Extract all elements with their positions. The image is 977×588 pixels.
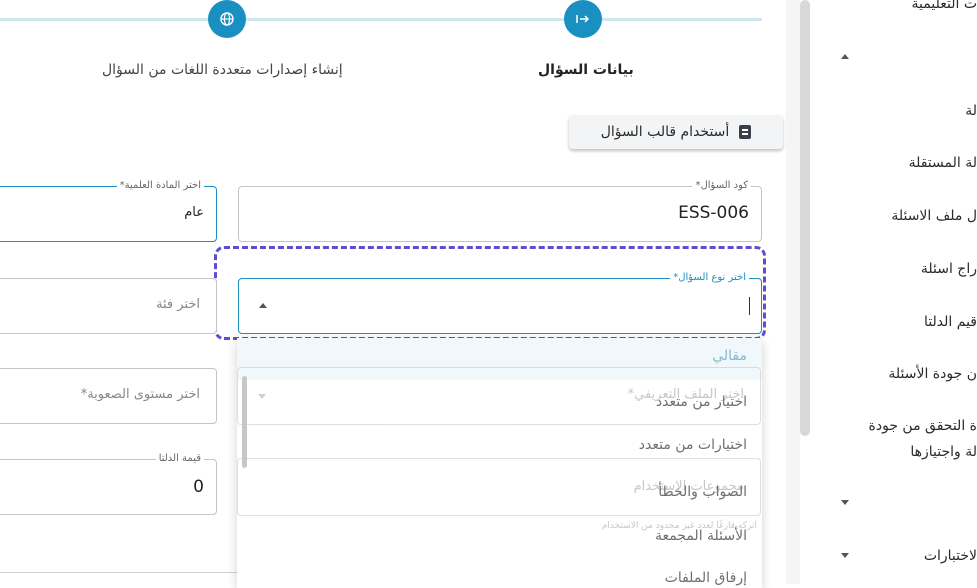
use-question-template-button[interactable]: أستخدام قالب السؤال [569, 115, 783, 149]
subject-select[interactable]: اختر المادة العلمية* عام [0, 180, 217, 242]
question-code-value: ESS-006 [678, 203, 749, 223]
question-type-label: اختر نوع السؤال* [670, 272, 749, 283]
step-question-data-label: بيانات السؤال [538, 62, 634, 78]
sidebar-chevron-up-icon[interactable] [841, 54, 849, 59]
chevron-down-icon [258, 394, 266, 399]
menu-option-essay[interactable]: مقالي [712, 348, 747, 364]
subject-label: اختر المادة العلمية* [116, 180, 204, 191]
sidebar-chevron-down-icon[interactable] [841, 500, 849, 505]
sidebar-item-export-questions[interactable]: راج اسئلة [921, 261, 977, 277]
delta-field[interactable]: قيمة الدلتا 0 [0, 453, 217, 515]
sidebar-item-quality-check-line1[interactable]: ة التحقق من جودة [869, 418, 977, 434]
delta-value: 0 [193, 477, 204, 497]
step-multilingual-label: إنشاء إصدارات متعددة اللغات من السؤال [102, 62, 343, 78]
sidebar-item-exams[interactable]: لاختبارات [924, 548, 977, 564]
question-code-label: كود السؤال* [692, 180, 751, 191]
arrow-right-bar-icon [576, 15, 590, 23]
content-edge [786, 0, 800, 584]
sidebar-item-independent-questions[interactable]: لة المستقلة [909, 155, 977, 171]
document-icon [739, 125, 752, 139]
sidebar-item-educational[interactable]: ت التعليمية [912, 0, 977, 12]
menu-option-true-false[interactable]: الصواب والخطأ [658, 484, 747, 500]
question-type-select[interactable]: اختر نوع السؤال* [238, 272, 762, 334]
category-placeholder: اختر فئة [156, 297, 200, 312]
difficulty-select[interactable]: اختر مستوى الصعوبة* [0, 368, 217, 424]
menu-option-grouped-questions[interactable]: الأسئلة المجمعة [655, 528, 747, 544]
globe-icon [220, 12, 234, 26]
use-question-template-label: أستخدام قالب السؤال [600, 124, 730, 140]
text-cursor [748, 297, 750, 315]
stepper-line-left [0, 18, 208, 21]
subject-value: عام [184, 205, 204, 220]
sidebar-item-questions[interactable]: لة [965, 103, 977, 119]
stepper-line-middle [246, 18, 564, 21]
sidebar-item-questions-quality[interactable]: ن جودة الأسئلة [888, 366, 977, 382]
difficulty-placeholder: اختر مستوى الصعوبة* [80, 387, 200, 402]
sidebar-scrollbar[interactable] [800, 0, 810, 436]
stepper-line-right [602, 18, 762, 21]
category-select[interactable]: اختر فئة [0, 278, 217, 334]
step-arrow-icon[interactable] [564, 0, 602, 38]
sidebar-chevron-down-icon-2[interactable] [841, 553, 849, 558]
menu-option-multiple-answers[interactable]: اختيارات من متعدد [639, 437, 747, 453]
chevron-up-icon [259, 303, 267, 308]
sidebar-item-upload-questions-file[interactable]: ل ملف الاسئلة [891, 208, 977, 224]
menu-option-multiple-choice[interactable]: اختيار من متعدد [656, 394, 747, 410]
question-code-field[interactable]: كود السؤال* ESS-006 [238, 180, 762, 242]
sidebar-item-quality-check-line2[interactable]: لة واجتيازها [910, 444, 977, 460]
step-globe-icon[interactable] [208, 0, 246, 38]
sidebar: ت التعليمية لة لة المستقلة ل ملف الاسئلة… [800, 0, 977, 584]
sidebar-item-delta-values[interactable]: قيم الدلتا [924, 314, 977, 330]
question-type-menu: اختر الملف التعريفي* مجموعات الاستخدام ا… [237, 338, 762, 588]
delta-label: قيمة الدلتا [155, 453, 204, 464]
divider [0, 572, 237, 573]
